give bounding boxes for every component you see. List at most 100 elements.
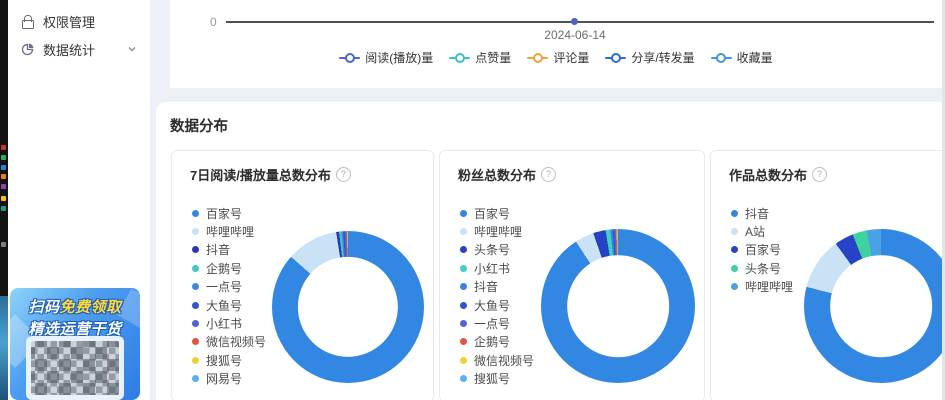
donut-hole bbox=[567, 255, 669, 357]
section-title: 数据分布 bbox=[170, 115, 228, 136]
pie-chart-icon bbox=[21, 43, 34, 56]
legend-dot-icon bbox=[192, 302, 199, 309]
pie-legend-label: 抖音 bbox=[474, 278, 498, 295]
legend-dot-icon bbox=[460, 320, 467, 327]
pie-legend-label: 网易号 bbox=[206, 370, 242, 387]
pie-legend-item[interactable]: 大鱼号 bbox=[460, 296, 534, 314]
pie-legend-item[interactable]: 抖音 bbox=[731, 204, 793, 222]
pie-legend-item[interactable]: 小红书 bbox=[460, 259, 534, 277]
promo-line1: 扫码免费领取 bbox=[10, 296, 140, 317]
pie-legend-item[interactable]: 头条号 bbox=[731, 259, 793, 277]
help-icon[interactable]: ? bbox=[541, 167, 556, 182]
pie-legend-item[interactable]: 百家号 bbox=[731, 241, 793, 259]
legend-dot-icon bbox=[192, 210, 199, 217]
taskbar-dot bbox=[1, 165, 6, 170]
line-series-icon bbox=[711, 57, 732, 59]
sidebar: 权限管理 数据统计 扫码免费领取 精选运营干货 bbox=[8, 0, 150, 400]
chevron-down-icon[interactable] bbox=[127, 44, 137, 54]
trend-legend-item[interactable]: 收藏量 bbox=[711, 49, 773, 66]
donut-hole bbox=[830, 255, 932, 357]
pie-legend-item[interactable]: 一点号 bbox=[460, 314, 534, 332]
legend-dot-icon bbox=[460, 338, 467, 345]
pie-legend-label: 搜狐号 bbox=[474, 370, 510, 387]
promo-banner[interactable]: 扫码免费领取 精选运营干货 bbox=[10, 288, 140, 400]
taskbar-dot bbox=[1, 155, 6, 160]
pie-legend-label: 抖音 bbox=[745, 205, 769, 222]
qr-code-blurred bbox=[31, 341, 119, 395]
pie-legend-item[interactable]: 搜狐号 bbox=[460, 370, 534, 388]
pie-legend-item[interactable]: 百家号 bbox=[192, 204, 266, 222]
trend-legend-item[interactable]: 点赞量 bbox=[449, 49, 511, 66]
pie-legend-item[interactable]: 哔哩哔哩 bbox=[731, 278, 793, 296]
pie-legend-item[interactable]: 抖音 bbox=[192, 241, 266, 259]
card-title: 粉丝总数分布 bbox=[458, 165, 536, 184]
trend-legend-item[interactable]: 评论量 bbox=[527, 49, 589, 66]
legend-dot-icon bbox=[460, 375, 467, 382]
pie-legend-item[interactable]: 企鹅号 bbox=[192, 259, 266, 277]
pie-legend-item[interactable]: 微信视频号 bbox=[192, 333, 266, 351]
pie-legend-item[interactable]: 大鱼号 bbox=[192, 296, 266, 314]
pie-legend-label: 抖音 bbox=[206, 241, 230, 258]
qr-card bbox=[26, 336, 124, 400]
pie-legend-label: 哔哩哔哩 bbox=[206, 223, 254, 240]
pie-legend-item[interactable]: 企鹅号 bbox=[460, 333, 534, 351]
y-axis-tick: 0 bbox=[210, 15, 217, 29]
taskbar-dot bbox=[1, 145, 6, 150]
trend-legend-label: 评论量 bbox=[553, 49, 589, 66]
legend-dot-icon bbox=[731, 228, 738, 235]
help-icon[interactable]: ? bbox=[336, 167, 351, 182]
trend-legend-item[interactable]: 分享/转发量 bbox=[605, 49, 694, 66]
distribution-card-fans: 粉丝总数分布? 百家号哔哩哔哩头条号小红书抖音大鱼号一点号企鹅号微信视频号搜狐号 bbox=[439, 150, 705, 400]
legend-dot-icon bbox=[192, 265, 199, 272]
pie-legend-label: 企鹅号 bbox=[206, 260, 242, 277]
pie-legend-item[interactable]: 抖音 bbox=[460, 278, 534, 296]
distribution-card-reads: 7日阅读/播放量总数分布? 百家号哔哩哔哩抖音企鹅号一点号大鱼号小红书微信视频号… bbox=[171, 150, 434, 400]
trend-legend-item[interactable]: 阅读(播放)量 bbox=[339, 49, 433, 66]
pie-legend-item[interactable]: 网易号 bbox=[192, 370, 266, 388]
legend-dot-icon bbox=[731, 283, 738, 290]
legend-dot-icon bbox=[460, 265, 467, 272]
sidebar-item-permissions[interactable]: 权限管理 bbox=[8, 7, 150, 35]
trend-legend: 阅读(播放)量点赞量 评论量 分享/转发量收藏量 bbox=[170, 49, 942, 66]
taskbar-dot bbox=[1, 242, 6, 247]
pie-legend-item[interactable]: A站 bbox=[731, 222, 793, 240]
donut-chart-reads[interactable] bbox=[272, 231, 424, 383]
pie-legend: 百家号哔哩哔哩头条号小红书抖音大鱼号一点号企鹅号微信视频号搜狐号 bbox=[460, 204, 534, 388]
pie-legend: 百家号哔哩哔哩抖音企鹅号一点号大鱼号小红书微信视频号搜狐号网易号 bbox=[192, 204, 266, 388]
taskbar-dot bbox=[1, 196, 6, 201]
card-title: 作品总数分布 bbox=[729, 165, 807, 184]
pie-legend-item[interactable]: 哔哩哔哩 bbox=[460, 222, 534, 240]
pie-legend-label: 头条号 bbox=[474, 241, 510, 258]
pie-legend-item[interactable]: 百家号 bbox=[460, 204, 534, 222]
help-icon[interactable]: ? bbox=[812, 167, 827, 182]
taskbar-dot bbox=[1, 184, 6, 189]
pie-legend-item[interactable]: 哔哩哔哩 bbox=[192, 222, 266, 240]
lock-icon bbox=[21, 15, 34, 28]
pie-legend-label: 头条号 bbox=[745, 260, 781, 277]
sidebar-item-label: 权限管理 bbox=[43, 12, 95, 31]
donut-chart-works[interactable] bbox=[804, 229, 945, 383]
pie-legend-label: 百家号 bbox=[206, 205, 242, 222]
pie-legend-label: 微信视频号 bbox=[474, 352, 534, 369]
pie-legend-item[interactable]: 小红书 bbox=[192, 314, 266, 332]
pie-legend-item[interactable]: 头条号 bbox=[460, 241, 534, 259]
pie-legend-item[interactable]: 一点号 bbox=[192, 278, 266, 296]
legend-dot-icon bbox=[192, 228, 199, 235]
card-title: 7日阅读/播放量总数分布 bbox=[190, 165, 331, 184]
trend-legend-label: 分享/转发量 bbox=[631, 49, 694, 66]
data-distribution-panel: 数据分布 7日阅读/播放量总数分布? 百家号哔哩哔哩抖音企鹅号一点号大鱼号小红书… bbox=[156, 102, 945, 400]
legend-dot-icon bbox=[460, 302, 467, 309]
sidebar-item-statistics[interactable]: 数据统计 bbox=[8, 35, 150, 63]
legend-dot-icon bbox=[731, 210, 738, 217]
donut-chart-fans[interactable] bbox=[541, 229, 695, 383]
distribution-card-works: 作品总数分布? 抖音A站百家号头条号哔哩哔哩 bbox=[710, 150, 945, 400]
pie-legend-item[interactable]: 微信视频号 bbox=[460, 351, 534, 369]
dashboard-page: 权限管理 数据统计 扫码免费领取 精选运营干货 0 2024-06-14 阅读(… bbox=[0, 0, 945, 400]
pie-legend-label: 哔哩哔哩 bbox=[745, 278, 793, 295]
pie-legend-label: 企鹅号 bbox=[474, 333, 510, 350]
legend-dot-icon bbox=[460, 357, 467, 364]
pie-legend-item[interactable]: 搜狐号 bbox=[192, 351, 266, 369]
pie-legend-label: 微信视频号 bbox=[206, 333, 266, 350]
pie-legend-label: 搜狐号 bbox=[206, 352, 242, 369]
trend-data-point[interactable] bbox=[571, 18, 578, 25]
